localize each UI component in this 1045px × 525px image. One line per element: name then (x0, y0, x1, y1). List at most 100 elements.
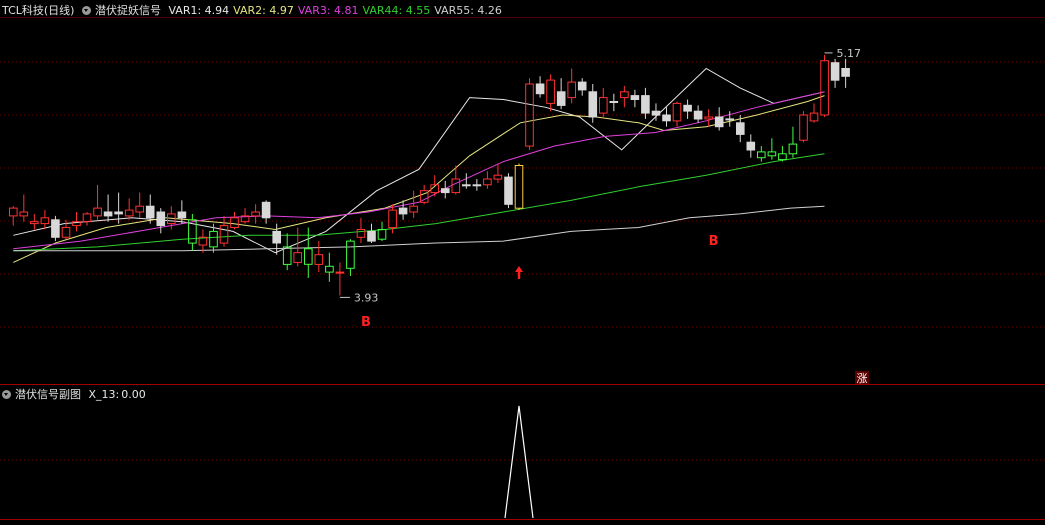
candle-body (630, 95, 640, 100)
candle-body (757, 151, 766, 159)
candle (30, 213, 39, 230)
candle (82, 212, 92, 226)
candle (346, 239, 355, 276)
candle-body (441, 188, 450, 194)
candle-body (546, 79, 555, 104)
candle (788, 126, 798, 158)
candle (599, 87, 608, 119)
candle-body (177, 211, 187, 219)
grid-lines (0, 17, 1045, 520)
candle-body (251, 211, 260, 217)
candle-body (714, 116, 724, 128)
candle-body (93, 207, 102, 217)
candle (746, 134, 756, 158)
candle (325, 252, 334, 282)
candle-body (725, 118, 735, 121)
moving-average-lines (13, 67, 825, 263)
candles (9, 54, 850, 296)
series-line-var55 (13, 205, 825, 252)
candle-body (799, 114, 808, 141)
candle (767, 138, 777, 160)
candle-body (325, 265, 334, 273)
candle-body (398, 207, 408, 215)
candle (72, 212, 81, 232)
candle (377, 221, 387, 242)
candle (9, 206, 18, 226)
candle-body (577, 81, 587, 91)
candle-body (472, 184, 482, 187)
candle (662, 107, 671, 127)
candle (493, 163, 503, 183)
candle (630, 89, 640, 108)
candle (314, 241, 324, 273)
sub-chart (504, 405, 534, 519)
candle-body (567, 81, 577, 99)
candlestick-chart[interactable]: 5.17 3.93 B B 涨 (0, 0, 1045, 525)
candle (19, 194, 29, 222)
candle (577, 78, 587, 96)
candle-body (778, 153, 787, 161)
candle-body (409, 205, 418, 213)
candle (778, 146, 787, 162)
candle-body (114, 211, 123, 215)
candle (620, 85, 629, 108)
candle (567, 68, 577, 104)
candle-body (462, 184, 471, 187)
candle-body (304, 248, 313, 265)
candle-body (683, 104, 692, 112)
candle (609, 93, 619, 112)
candle (398, 200, 408, 220)
candle-body (356, 229, 366, 238)
series-line-var2 (13, 95, 825, 263)
buy-marker-b: B (709, 234, 719, 249)
candle (714, 107, 724, 131)
candle (230, 212, 239, 230)
candle-body (788, 143, 798, 155)
candle-body (483, 178, 492, 186)
candle (219, 215, 229, 247)
candle (293, 227, 302, 267)
candle-body (704, 116, 714, 120)
candle-body (19, 211, 29, 217)
candle (683, 99, 692, 119)
candle-body (103, 211, 113, 217)
candle (693, 105, 703, 123)
candle (40, 210, 50, 230)
candle-body (504, 176, 513, 205)
candle (809, 103, 819, 123)
candle-body (272, 230, 281, 244)
candle-body (641, 95, 650, 114)
candle (704, 109, 714, 127)
candle-body (377, 229, 387, 240)
candle (799, 111, 808, 143)
candle-body (124, 209, 134, 217)
candle (282, 233, 292, 271)
candle (514, 163, 524, 211)
candle-body (556, 91, 566, 106)
arrow-up-icon (515, 266, 523, 279)
candle (188, 213, 197, 251)
sub-series-x13 (504, 405, 534, 519)
candle (261, 200, 271, 224)
candle (51, 215, 60, 242)
candle-body (261, 201, 271, 219)
zhang-text: 涨 (857, 372, 868, 385)
low-label: 3.93 (354, 291, 379, 304)
candle-body (388, 209, 397, 229)
candle-body (809, 112, 819, 122)
candle-body (830, 62, 840, 81)
candle-body (514, 165, 524, 209)
candle-body (135, 205, 144, 213)
candle-body (599, 97, 608, 114)
high-label: 5.17 (837, 47, 862, 60)
candle (757, 146, 766, 162)
candle-body (219, 225, 229, 244)
candle (525, 78, 534, 150)
candle-body (9, 207, 18, 217)
candle-body (535, 83, 545, 95)
candle (335, 262, 345, 296)
candle-body (693, 110, 703, 120)
candle-body (145, 205, 155, 219)
candle (588, 84, 598, 123)
candle (504, 173, 513, 209)
